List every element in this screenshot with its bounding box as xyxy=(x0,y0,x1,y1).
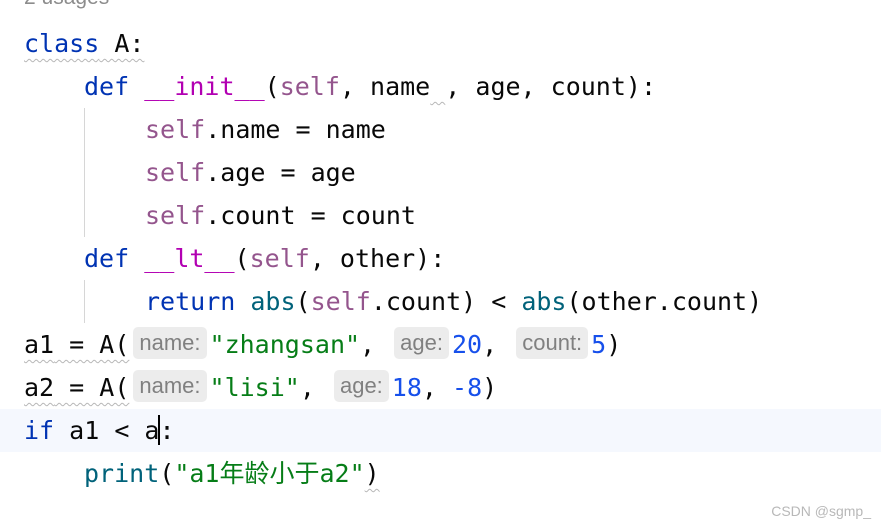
keyword-return: return xyxy=(145,287,236,316)
punct: ( xyxy=(295,287,311,316)
number-literal: 5 xyxy=(591,330,607,359)
code-line-7[interactable]: return abs(self.count) < abs(other.count… xyxy=(0,280,881,323)
string-literal: "zhangsan" xyxy=(209,330,361,359)
self-ref: self xyxy=(145,158,206,187)
self-param: self xyxy=(279,72,340,101)
self-ref: self xyxy=(310,287,371,316)
method-name: __init__ xyxy=(144,72,265,101)
variable-a1: a1 xyxy=(24,330,55,359)
punct: ) xyxy=(606,330,622,359)
params-rest: , other): xyxy=(309,244,446,273)
code-line-9[interactable]: a2 = A(name: "lisi", age: 18, -8) xyxy=(0,366,881,409)
builtin-abs: abs xyxy=(521,287,567,316)
punct: ( xyxy=(264,72,280,101)
assignment: .count = count xyxy=(205,201,416,230)
punct: , xyxy=(421,373,453,402)
keyword-if: if xyxy=(24,416,55,445)
param-hint-count: count: xyxy=(516,327,589,359)
assignment: .name = name xyxy=(205,115,386,144)
builtin-print: print xyxy=(84,459,160,488)
code-line-3[interactable]: self.name = name xyxy=(0,108,881,151)
param-hint-name: name: xyxy=(133,370,207,402)
class-name: A: xyxy=(99,29,145,58)
param-hint-age: age: xyxy=(394,327,449,359)
constructor-call: = A( xyxy=(54,330,130,359)
params-rest: , age, count): xyxy=(445,72,657,101)
punct: , xyxy=(482,330,498,359)
constructor-call: = A( xyxy=(54,373,130,402)
code-line-6[interactable]: def __lt__(self, other): xyxy=(0,237,881,280)
condition: a1 < a xyxy=(54,416,160,445)
string-literal: "a1年龄小于a2" xyxy=(174,459,365,488)
keyword-class: class xyxy=(24,29,100,58)
variable-a2: a2 xyxy=(24,373,55,402)
number-literal: 20 xyxy=(452,330,483,359)
param-hint-age: age: xyxy=(333,370,389,402)
assignment: .age = age xyxy=(205,158,356,187)
number-literal: -8 xyxy=(452,373,483,402)
keyword-def: def xyxy=(84,72,130,101)
expr: .count) < xyxy=(370,287,522,316)
self-ref: self xyxy=(145,201,206,230)
punct: ) xyxy=(364,459,380,488)
self-param: self xyxy=(249,244,310,273)
keyword-def: def xyxy=(84,244,130,273)
watermark: CSDN @sgmp_ xyxy=(771,503,871,519)
punct: : xyxy=(159,416,175,445)
punct: , xyxy=(360,330,376,359)
code-line-11[interactable]: print("a1年龄小于a2") xyxy=(0,452,881,495)
expr-rest: (other.count) xyxy=(566,287,763,316)
method-name: __lt__ xyxy=(144,244,235,273)
builtin-abs: abs xyxy=(250,287,296,316)
code-line-1[interactable]: class A: xyxy=(0,22,881,65)
code-line-8[interactable]: a1 = A(name: "zhangsan", age: 20, count: 5) xyxy=(0,323,881,366)
code-line-2[interactable]: def __init__(self, name , age, count): xyxy=(0,65,881,108)
code-editor[interactable]: 2 usages class A: def __init__(self, nam… xyxy=(0,0,881,523)
number-literal: 18 xyxy=(391,373,422,402)
usages-inlay-hint[interactable]: 2 usages xyxy=(24,0,109,13)
punct: ( xyxy=(234,244,250,273)
punct: ( xyxy=(159,459,175,488)
self-ref: self xyxy=(145,115,206,144)
code-line-4[interactable]: self.age = age xyxy=(0,151,881,194)
code-line-5[interactable]: self.count = count xyxy=(0,194,881,237)
string-literal: "lisi" xyxy=(209,373,300,402)
punct: ) xyxy=(482,373,498,402)
param-hint-name: name: xyxy=(133,327,207,359)
punct: , xyxy=(299,373,315,402)
params: , name xyxy=(339,72,431,101)
code-line-10[interactable]: if a1 < a: xyxy=(0,409,881,452)
whitespace-warning xyxy=(430,72,445,101)
